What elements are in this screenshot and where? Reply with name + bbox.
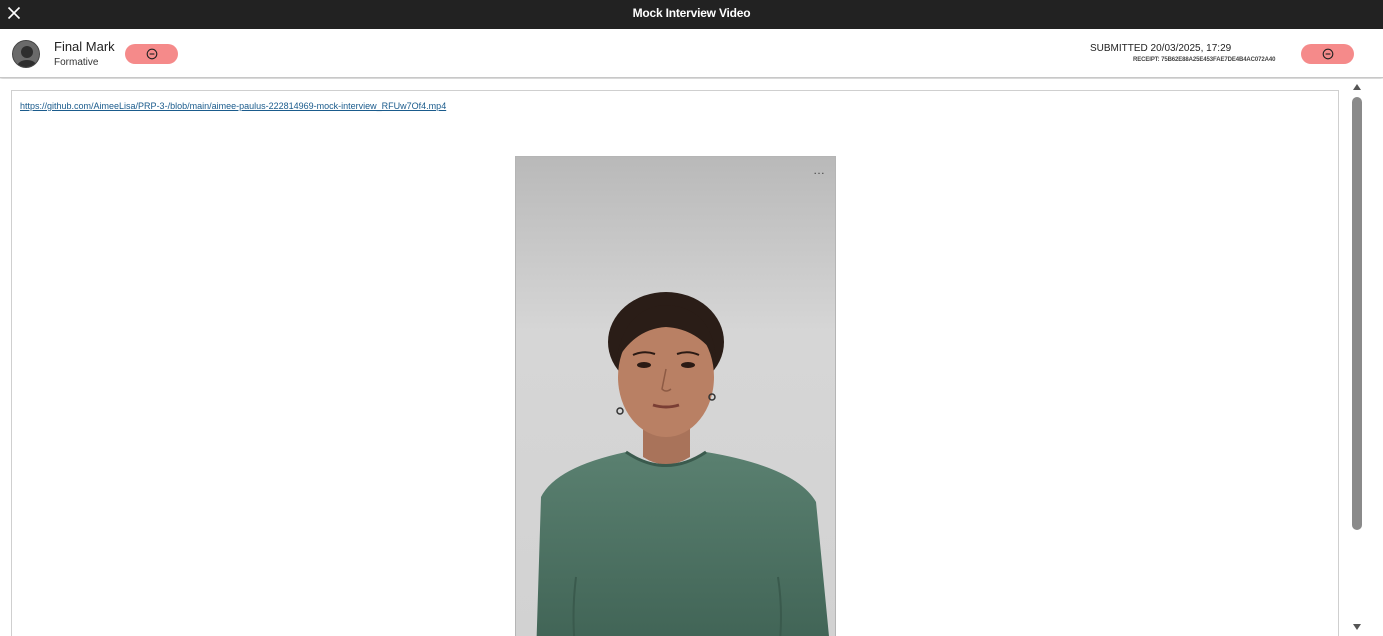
formative-label: Formative [54,57,99,68]
caret-down-icon [1353,624,1361,630]
receipt-id: RECEIPT: 75B62E88A25E453FAE7DE4B4AC072A4… [1133,57,1276,63]
mark-header: Final Mark Formative SUBMITTED 20/03/202… [0,29,1383,78]
window-title: Mock Interview Video [632,6,751,20]
video-link[interactable]: https://github.com/AimeeLisa/PRP-3-/blob… [20,101,446,111]
content-area: https://github.com/AimeeLisa/PRP-3-/blob… [0,79,1350,636]
scroll-up-button[interactable] [1351,81,1363,93]
submission-panel: https://github.com/AimeeLisa/PRP-3-/blob… [11,90,1339,636]
scroll-down-button[interactable] [1351,621,1363,633]
submission-status-button[interactable] [1301,44,1354,64]
video-player[interactable]: … [515,156,836,636]
vertical-scrollbar[interactable] [1350,79,1383,636]
video-frame-image [516,157,835,636]
avatar [12,40,40,68]
scroll-thumb[interactable] [1352,97,1362,530]
final-mark-label: Final Mark [54,39,115,54]
person-silhouette-icon [13,41,39,67]
title-bar: Mock Interview Video [0,0,1383,29]
minus-circle-icon [1322,48,1333,60]
minus-circle-icon [146,48,157,60]
more-options-icon[interactable]: … [813,164,825,176]
mark-status-button[interactable] [125,44,178,64]
caret-up-icon [1353,84,1361,90]
submitted-timestamp: SUBMITTED 20/03/2025, 17:29 [1090,43,1232,54]
